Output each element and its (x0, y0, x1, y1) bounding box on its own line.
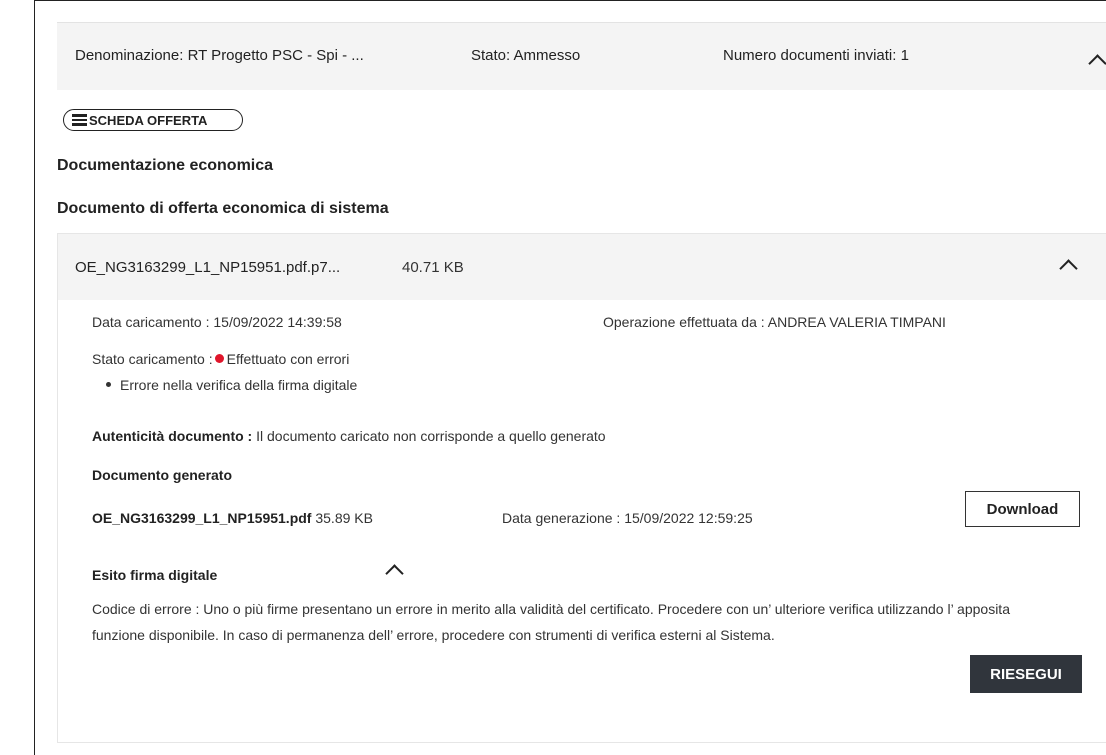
data-caricamento: Data caricamento : 15/09/2022 14:39:58 (92, 314, 342, 330)
data-generazione: Data generazione : 15/09/2022 12:59:25 (502, 510, 753, 526)
operazione-effettuata: Operazione effettuata da : ANDREA VALERI… (603, 314, 946, 330)
generated-file-name: OE_NG3163299_L1_NP15951.pdf (92, 510, 312, 526)
numero-documenti-field: Numero documenti inviati: 1 (723, 47, 909, 64)
riesegui-button[interactable]: RIESEGUI (970, 655, 1082, 693)
file-name: OE_NG3163299_L1_NP15951.pdf.p7... (75, 259, 341, 276)
stato-caricamento-label: Stato caricamento : (92, 351, 213, 367)
error-status-dot (214, 354, 224, 363)
stato-caricamento: Stato caricamento : Effettuato con errori (92, 351, 349, 367)
denominazione-field: Denominazione: RT Progetto PSC - Spi - .… (75, 47, 364, 64)
file-panel: OE_NG3163299_L1_NP15951.pdf.p7... 40.71 … (57, 233, 1106, 743)
download-button[interactable]: Download (965, 491, 1080, 527)
chevron-up-icon[interactable] (385, 564, 404, 583)
documentazione-title: Documentazione economica (57, 157, 274, 174)
list-icon (72, 114, 88, 126)
offer-panel-header[interactable]: Denominazione: RT Progetto PSC - Spi - .… (57, 22, 1106, 90)
chevron-up-icon[interactable] (1088, 54, 1106, 73)
autenticita-documento: Autenticità documento : Il documento car… (92, 428, 606, 444)
scheda-offerta-label: SCHEDA OFFERTA (89, 112, 208, 128)
documento-offerta-title: Documento di offerta economica di sistem… (57, 200, 389, 217)
documento-generato-title: Documento generato (92, 467, 233, 483)
bullet-icon (106, 382, 111, 387)
esito-firma-title: Esito firma digitale (92, 567, 218, 583)
scheda-offerta-button[interactable]: SCHEDA OFFERTA (63, 109, 243, 131)
stato-field: Stato: Ammesso (471, 47, 581, 64)
generated-file: OE_NG3163299_L1_NP15951.pdf 35.89 KB (92, 510, 373, 526)
stato-caricamento-value: Effettuato con errori (226, 351, 350, 367)
main-frame: Denominazione: RT Progetto PSC - Spi - .… (34, 0, 1106, 755)
error-list-item: Errore nella verifica della firma digita… (106, 377, 357, 393)
autenticita-value: Il documento caricato non corrisponde a … (256, 428, 606, 444)
generated-file-size: 35.89 KB (315, 510, 373, 526)
esito-firma-text: Codice di errore : Uno o più firme prese… (92, 601, 1010, 643)
autenticita-label: Autenticità documento : (92, 428, 253, 444)
file-size: 40.71 KB (402, 259, 464, 276)
file-panel-header[interactable]: OE_NG3163299_L1_NP15951.pdf.p7... 40.71 … (58, 234, 1106, 300)
chevron-up-icon[interactable] (1059, 259, 1078, 278)
error-text: Errore nella verifica della firma digita… (120, 377, 358, 393)
